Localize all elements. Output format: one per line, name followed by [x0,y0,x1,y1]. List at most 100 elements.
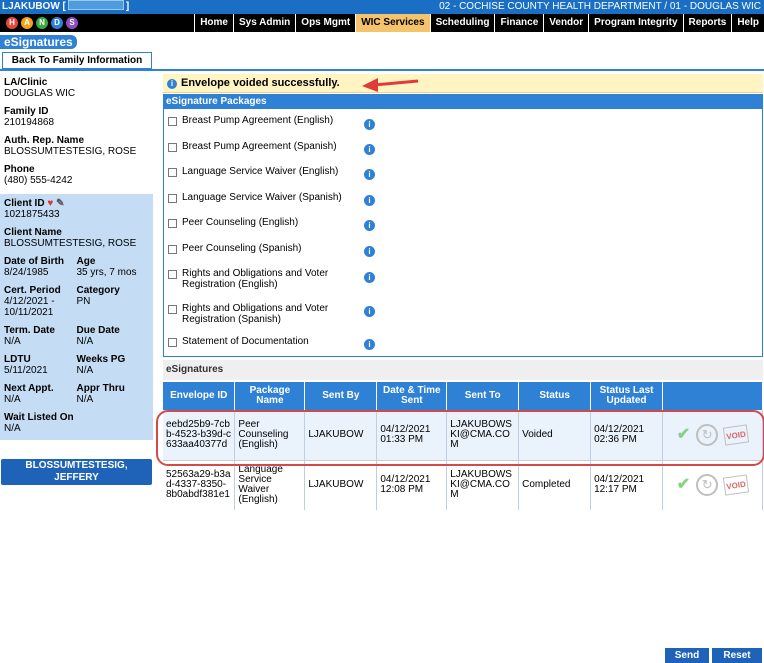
column-header: Date & Time Sent [376,382,448,410]
wait-listed-label: Wait Listed On [4,412,74,423]
sent-by-cell: LJAKUBOW [304,459,378,510]
nav-reports[interactable]: Reports [682,14,732,32]
divider [0,69,764,71]
nav-scheduling[interactable]: Scheduling [429,14,495,32]
department-label: 02 - COCHISE COUNTY HEALTH DEPARTMENT / … [439,1,761,12]
package-checkbox[interactable] [168,245,177,254]
column-header: Sent By [304,382,378,410]
package-item[interactable]: Statement of Documentation [168,336,378,347]
info-icon[interactable]: i [364,144,375,155]
column-header: Sent To [446,382,520,410]
package-checkbox[interactable] [168,270,177,279]
sent-to-cell: LJAKUBOWSKI@CMA.COM [446,459,520,510]
info-icon[interactable]: i [364,339,375,350]
package-checkbox[interactable] [168,117,177,126]
nav-sys-admin[interactable]: Sys Admin [232,14,295,32]
nav-home[interactable]: Home [194,14,233,32]
info-icon: i [167,79,177,89]
next-appt-value: N/A [4,394,21,405]
client-id-label: Client ID [4,198,45,209]
package-checkbox[interactable] [168,194,177,203]
nav-ops-mgmt[interactable]: Ops Mgmt [295,14,355,32]
info-icon[interactable]: i [364,220,375,231]
client-name-value: BLOSSUMTESTESIG, ROSE [4,238,137,249]
info-icon[interactable]: i [364,306,375,317]
checkmark-icon[interactable]: ✔ [677,477,690,493]
family-id-label: Family ID [4,106,49,117]
client-id-value: 1021875433 [4,209,60,220]
column-header: Envelope ID [163,382,236,410]
package-checkbox[interactable] [168,305,177,314]
column-header: Status [518,382,592,410]
weeks-pg-value: N/A [76,365,94,376]
user-box [67,0,124,10]
term-date-value: N/A [4,336,21,347]
nav-vendor[interactable]: Vendor [543,14,588,32]
pencil-icon[interactable]: ✎ [56,198,64,209]
family-member-button[interactable]: BLOSSUMTESTESIG, JEFFERY [1,459,152,485]
envelope-id-cell: 52563a29-b3ad-4337-8350-8b0abdf381e1 [163,459,236,510]
column-header: Status Last Updated [590,382,663,410]
packages-list: Breast Pump Agreement (English) i Breast… [163,109,763,357]
success-message: i Envelope voided successfully. [163,74,763,93]
package-cell: Language Service Waiver (English) [234,459,306,510]
nav-program-integrity[interactable]: Program Integrity [588,14,682,32]
age-label: Age [76,256,96,267]
age-value: 35 yrs, 7 mos [76,267,137,278]
term-date-label: Term. Date [4,325,55,336]
package-checkbox[interactable] [168,168,177,177]
package-item[interactable]: Peer Counseling (English) [168,217,378,228]
ldtu-value: 5/11/2021 [4,365,48,376]
nav-finance[interactable]: Finance [494,14,543,32]
client-details: Client ID ♥ ✎ 1021875433 Client Name BLO… [0,194,153,440]
package-item[interactable]: Rights and Obligations and Voter Registr… [168,303,378,325]
package-item[interactable]: Breast Pump Agreement (English) [168,115,378,126]
la-clinic-label: LA/Clinic [4,77,48,88]
info-icon[interactable]: i [364,169,375,180]
client-name-label: Client Name [4,227,62,238]
nav-wic-services[interactable]: WIC Services [355,14,430,32]
cert-period-end: 10/11/2021 [4,307,54,318]
page-title: eSignatures [0,35,77,49]
category-label: Category [76,285,120,296]
weeks-pg-label: Weeks PG [76,354,126,365]
ldtu-label: LDTU [4,354,31,365]
logo-letter: S [66,17,78,29]
send-button[interactable]: Send [665,648,709,663]
info-icon[interactable]: i [364,246,375,257]
back-to-family-button[interactable]: Back To Family Information [2,52,152,69]
dob-value: 8/24/1985 [4,267,49,278]
success-text: Envelope voided successfully. [181,77,340,89]
dob-label: Date of Birth [4,256,64,267]
package-item[interactable]: Breast Pump Agreement (Spanish) [168,141,378,152]
info-icon[interactable]: i [364,272,375,283]
category-value: PN [76,296,91,307]
user-info: LJAKUBOW [] [2,0,130,12]
nav-help[interactable]: Help [731,14,764,32]
refresh-icon[interactable]: ↻ [696,474,719,497]
info-icon[interactable]: i [364,195,375,206]
logo-letter: D [51,17,63,29]
auth-rep-value: BLOSSUMTESTESIG, ROSE [4,146,137,157]
appr-thru-label: Appr Thru [76,383,125,394]
due-date-value: N/A [76,336,94,347]
package-checkbox[interactable] [168,143,177,152]
row-highlight-annotation [156,410,764,466]
void-icon[interactable]: VOID [723,474,750,496]
family-member-name-1: BLOSSUMTESTESIG, [25,460,128,471]
package-item[interactable]: Language Service Waiver (English) [168,166,378,177]
package-item[interactable]: Rights and Obligations and Voter Registr… [168,268,378,290]
info-icon[interactable]: i [364,119,375,130]
family-id-value: 210194868 [4,117,55,128]
package-item[interactable]: Language Service Waiver (Spanish) [168,192,378,203]
due-date-label: Due Date [76,325,120,336]
status-updated-cell: 04/12/2021 12:17 PM [590,459,663,510]
actions-cell: ✔ ↻ VOID [662,459,763,510]
package-checkbox[interactable] [168,219,177,228]
reset-button[interactable]: Reset [712,648,762,663]
package-item[interactable]: Peer Counseling (Spanish) [168,243,378,254]
logo-letter: A [21,17,33,29]
auth-rep-label: Auth. Rep. Name [4,135,85,146]
package-checkbox[interactable] [168,338,177,347]
cert-period-start: 4/12/2021 - [4,296,55,307]
